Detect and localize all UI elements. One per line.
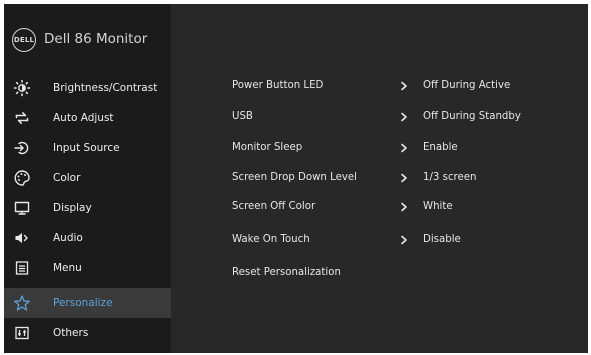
chevron-right-icon	[399, 143, 409, 153]
setting-value: Off During Standby	[423, 111, 521, 122]
setting-label: Wake On Touch	[232, 234, 310, 245]
sidebar-item-brightness-contrast[interactable]: Brightness/Contrast	[4, 73, 171, 103]
setting-row-reset-personalization[interactable]: Reset Personalization	[171, 258, 588, 288]
setting-label: Reset Personalization	[232, 267, 341, 278]
color-palette-icon	[4, 163, 40, 193]
sidebar-item-others[interactable]: Others	[4, 318, 171, 348]
sidebar-item-auto-adjust[interactable]: Auto Adjust	[4, 103, 171, 133]
personalize-panel: Power Button LED Off During Active USB O…	[171, 4, 588, 353]
sidebar-item-label: Auto Adjust	[53, 112, 114, 124]
sidebar-item-input-source[interactable]: Input Source	[4, 133, 171, 163]
chevron-right-icon	[399, 173, 409, 183]
chevron-right-icon	[399, 81, 409, 91]
osd-header: DELL Dell 86 Monitor	[4, 4, 171, 72]
dell-logo: DELL	[12, 28, 36, 52]
sidebar-item-label: Personalize	[53, 297, 113, 309]
setting-label: Power Button LED	[232, 80, 324, 91]
sidebar-item-audio[interactable]: Audio	[4, 223, 171, 253]
setting-label: Monitor Sleep	[232, 142, 303, 153]
monitor-model-title: Dell 86 Monitor	[44, 31, 148, 47]
menu-icon	[4, 253, 40, 283]
setting-label: Screen Drop Down Level	[232, 172, 358, 183]
brightness-icon	[4, 73, 40, 103]
setting-value: 1/3 screen	[423, 172, 477, 183]
auto-adjust-icon	[4, 103, 40, 133]
setting-row-wake-on-touch[interactable]: Wake On Touch Disable	[171, 225, 588, 255]
setting-label: USB	[232, 111, 253, 122]
setting-row-power-button-led[interactable]: Power Button LED Off During Active	[171, 71, 588, 101]
setting-row-screen-drop-down-level[interactable]: Screen Drop Down Level 1/3 screen	[171, 163, 588, 193]
sidebar-item-label: Audio	[53, 232, 83, 244]
chevron-right-icon	[399, 235, 409, 245]
display-icon	[4, 193, 40, 223]
sidebar-item-label: Color	[53, 172, 81, 184]
setting-row-screen-off-color[interactable]: Screen Off Color White	[171, 192, 588, 222]
input-source-icon	[4, 133, 40, 163]
sidebar-item-label: Input Source	[53, 142, 120, 154]
sidebar-item-label: Display	[53, 202, 92, 214]
star-icon	[4, 288, 40, 318]
setting-value: Off During Active	[423, 80, 511, 91]
speaker-icon	[4, 223, 40, 253]
sidebar-item-label: Menu	[53, 262, 82, 274]
sidebar-item-label: Brightness/Contrast	[53, 82, 158, 94]
setting-label: Screen Off Color	[232, 201, 316, 212]
chevron-right-icon	[399, 112, 409, 122]
sidebar-item-personalize[interactable]: Personalize	[4, 288, 171, 318]
sidebar-item-menu[interactable]: Menu	[4, 253, 171, 283]
sidebar-item-label: Others	[53, 327, 89, 339]
sidebar-item-color[interactable]: Color	[4, 163, 171, 193]
setting-row-usb[interactable]: USB Off During Standby	[171, 102, 588, 132]
monitor-osd-menu: DELL Dell 86 Monitor Brightness/Contrast…	[4, 4, 588, 353]
setting-value: White	[423, 201, 453, 212]
chevron-right-icon	[399, 202, 409, 212]
others-icon	[4, 318, 40, 348]
setting-value: Disable	[423, 234, 461, 245]
setting-value: Enable	[423, 142, 458, 153]
setting-row-monitor-sleep[interactable]: Monitor Sleep Enable	[171, 133, 588, 163]
sidebar: DELL Dell 86 Monitor Brightness/Contrast…	[4, 4, 171, 353]
sidebar-item-display[interactable]: Display	[4, 193, 171, 223]
